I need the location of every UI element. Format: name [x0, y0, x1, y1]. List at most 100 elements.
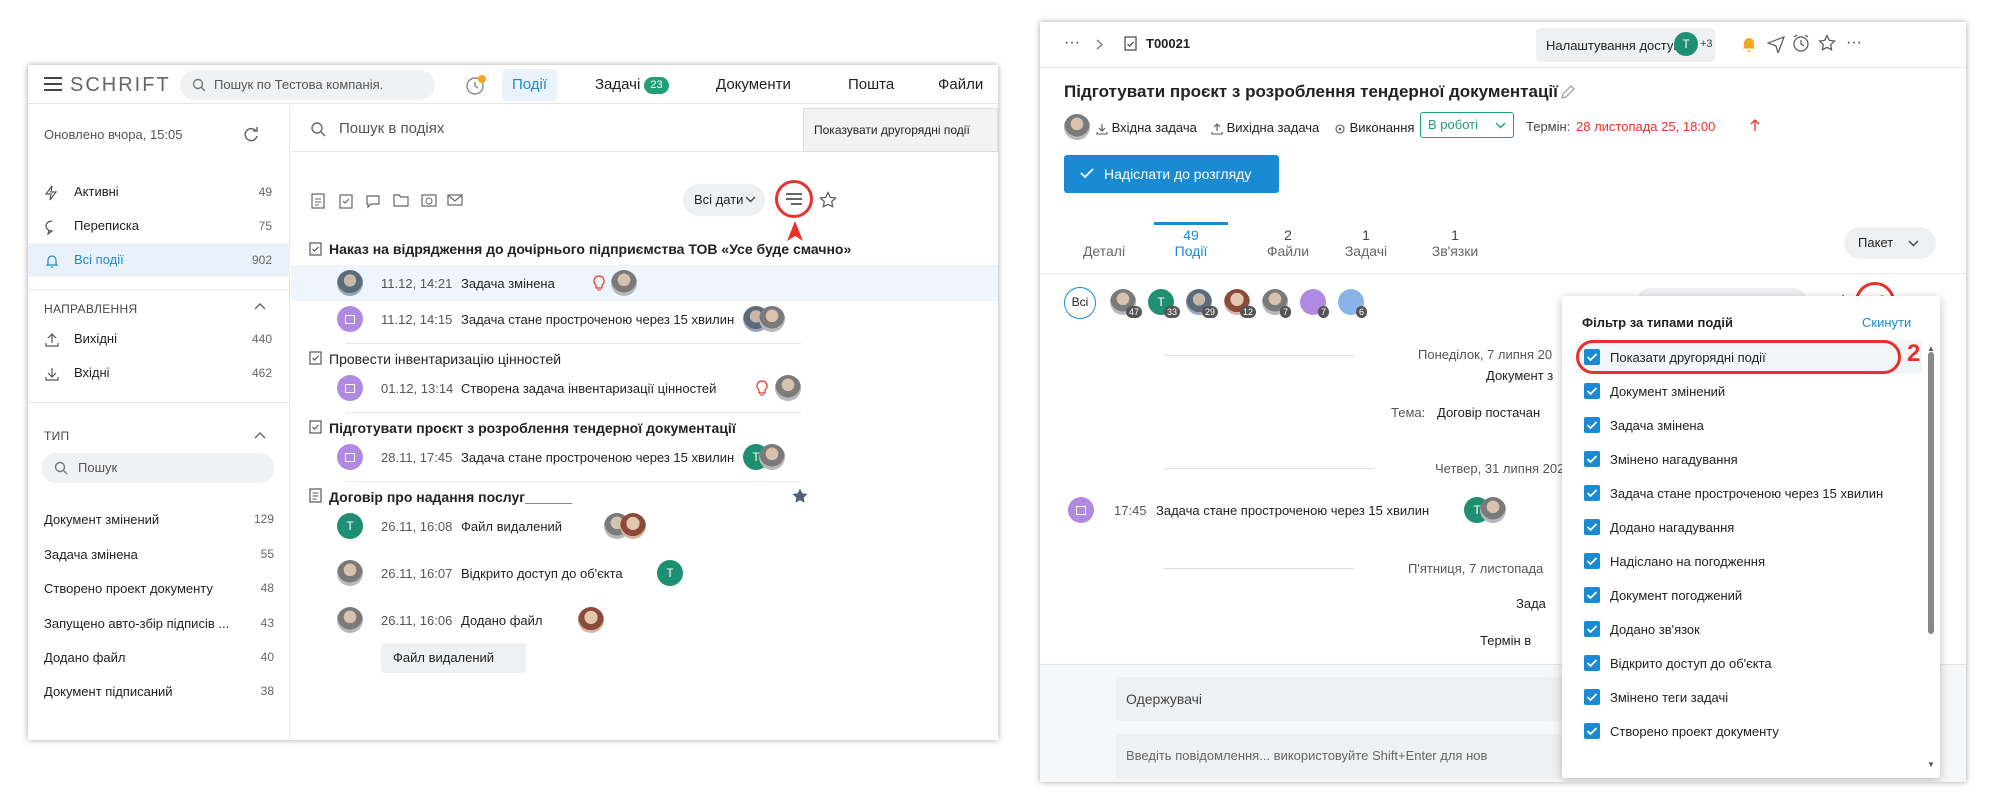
filter-option[interactable]: Документ змінений	[1580, 376, 1925, 406]
filter-option[interactable]: Відкрито доступ до об'єкта	[1580, 648, 1925, 678]
send-icon[interactable]	[1767, 35, 1785, 53]
divider	[346, 481, 801, 482]
tab-links[interactable]: 1 Зв'язки	[1415, 227, 1495, 259]
sidebar-item-active[interactable]: Активні 49	[28, 175, 290, 209]
more-icon[interactable]: ···	[1846, 34, 1862, 52]
access-settings-button[interactable]: Налаштування доступу Т +3	[1536, 28, 1715, 62]
type-item[interactable]: Запущено авто-збір підписів ... 43	[44, 616, 274, 631]
tab-details[interactable]: Деталі	[1064, 227, 1144, 259]
event-row[interactable]: 01.12, 13:14 Створена задача інвентариза…	[291, 370, 998, 406]
tab-files[interactable]: Файли	[928, 69, 993, 101]
tab-documents[interactable]: Документи	[706, 69, 801, 101]
filter-option[interactable]: Змінено теги задачі	[1580, 682, 1925, 712]
chevron-up-icon[interactable]	[254, 431, 266, 439]
filter-option[interactable]: Задача стане простроченою через 15 хвили…	[1580, 478, 1925, 508]
filter-option[interactable]: Додано нагадування	[1580, 512, 1925, 542]
file-chip[interactable]: Файл видалений	[381, 643, 526, 673]
edit-icon[interactable]	[1560, 84, 1576, 100]
scroll-up-icon[interactable]: ▲	[1927, 344, 1935, 353]
sidebar-item-outgoing[interactable]: Вихідні 440	[28, 322, 290, 356]
filter-option[interactable]: Надіслано на погодження	[1580, 546, 1925, 576]
divider	[28, 402, 290, 403]
event-row[interactable]: 26.11, 16:07 Відкрито доступ до об'єкта …	[291, 555, 998, 591]
filter-icon[interactable]	[785, 192, 803, 207]
task-icon[interactable]	[339, 193, 353, 209]
photo-icon[interactable]	[421, 193, 437, 207]
event-row[interactable]: 28.11, 17:45 Задача стане простроченою ч…	[291, 439, 998, 475]
submit-for-review-button[interactable]: Надіслати до розгляду	[1064, 155, 1279, 193]
type-item[interactable]: Задача змінена 55	[44, 547, 274, 562]
notifications-icon[interactable]	[464, 74, 488, 96]
outgoing-task-link[interactable]: Вихідна задача	[1211, 120, 1319, 135]
tab-tasks[interactable]: Задачі 23	[585, 69, 679, 101]
more-icon[interactable]: ···	[1064, 34, 1080, 52]
filter-option[interactable]: Створено проект документу	[1580, 716, 1925, 746]
filter-option[interactable]: Змінено нагадування	[1580, 444, 1925, 474]
checkbox-checked-icon	[1584, 553, 1600, 569]
execution-link[interactable]: Виконання	[1334, 120, 1414, 135]
avatar	[1064, 114, 1090, 140]
status-dropdown[interactable]: В роботі	[1420, 112, 1514, 138]
star-icon[interactable]	[819, 191, 837, 208]
event-row[interactable]: 26.11, 16:06 Додано файл	[291, 602, 998, 638]
refresh-icon[interactable]	[242, 125, 260, 143]
scroll-down-icon[interactable]: ▼	[1927, 760, 1935, 769]
filter-option[interactable]: Показати другорядні події	[1580, 342, 1925, 372]
chevron-up-icon[interactable]	[254, 302, 266, 310]
task-icon	[1124, 35, 1137, 51]
event-group-title[interactable]: Договір про надання послуг______	[329, 489, 572, 505]
sidebar-item-all-events[interactable]: Всі події 902	[28, 243, 290, 277]
download-icon	[44, 366, 60, 382]
chevron-right-icon	[1096, 39, 1103, 50]
event-group-title[interactable]: Підготувати проєкт з розроблення тендерн…	[329, 420, 736, 436]
sidebar: Оновлено вчора, 15:05 Активні 49 Перепис…	[28, 105, 290, 740]
avatar	[620, 513, 646, 539]
event-row[interactable]: 11.12, 14:21 Задача змінена	[291, 265, 998, 301]
type-search-input[interactable]: Пошук	[42, 453, 274, 483]
filter-option[interactable]: Додано зв'язок	[1580, 614, 1925, 644]
sidebar-item-incoming[interactable]: Вхідні 462	[28, 356, 290, 390]
folder-icon[interactable]	[393, 193, 409, 207]
reset-link[interactable]: Скинути	[1862, 315, 1911, 330]
type-item[interactable]: Документ змінений 129	[44, 512, 274, 527]
comment-icon[interactable]	[365, 193, 381, 209]
alarm-icon[interactable]	[1792, 34, 1810, 53]
deadline-value[interactable]: 28 листопада 25, 18:00	[1576, 119, 1715, 134]
type-item[interactable]: Створено проект документу 48	[44, 581, 274, 596]
document-icon[interactable]	[311, 193, 325, 209]
sidebar-item-correspondence[interactable]: Переписка 75	[28, 209, 290, 243]
star-icon[interactable]	[1818, 34, 1836, 51]
event-group-title[interactable]: Наказ на відрядження до дочірнього підпр…	[329, 241, 851, 257]
type-item[interactable]: Документ підписаний 38	[44, 684, 274, 699]
tab-tasks[interactable]: 1 Задачі	[1326, 227, 1406, 259]
tab-events[interactable]: 49 Події	[1151, 227, 1231, 259]
calendar-icon	[1076, 505, 1086, 515]
chevron-down-icon	[1495, 122, 1506, 129]
mail-icon[interactable]	[447, 193, 463, 207]
event-group-title[interactable]: Провести інвентаризацію цінностей	[329, 351, 561, 367]
date-filter-dropdown[interactable]: Всі дати	[683, 184, 765, 216]
avatar	[1480, 497, 1506, 523]
event-row[interactable]: 11.12, 14:15 Задача стане простроченою ч…	[291, 301, 998, 337]
arrow-up-icon	[1750, 118, 1760, 132]
task-title: Підготувати проєкт з розроблення тендерн…	[1064, 82, 1558, 101]
filter-option[interactable]: Документ погоджений	[1580, 580, 1925, 610]
all-participants-chip[interactable]: Всі	[1064, 287, 1096, 319]
tab-mail[interactable]: Пошта	[838, 69, 904, 101]
star-filled-icon[interactable]	[791, 487, 809, 504]
scrollbar-thumb[interactable]	[1928, 352, 1934, 634]
filter-option[interactable]: Задача змінена	[1580, 410, 1925, 440]
event-row[interactable]: Т 26.11, 16:08 Файл видалений	[291, 508, 998, 544]
incoming-task-link[interactable]: Вхідна задача	[1096, 120, 1197, 135]
global-search-input[interactable]: Пошук по Тестова компанія.	[180, 70, 435, 100]
direction-heading: НАПРАВЛЕННЯ	[44, 302, 138, 316]
package-dropdown[interactable]: Пакет	[1844, 227, 1936, 259]
menu-icon[interactable]	[44, 77, 62, 91]
bell-icon[interactable]	[1740, 35, 1758, 53]
checkbox-checked-icon	[1584, 621, 1600, 637]
tab-files[interactable]: 2 Файли	[1248, 227, 1328, 259]
event-time: 17:45	[1114, 503, 1147, 518]
document-id: Т00021	[1146, 36, 1191, 51]
type-item[interactable]: Додано файл 40	[44, 650, 274, 665]
tab-events[interactable]: Події	[502, 69, 558, 101]
